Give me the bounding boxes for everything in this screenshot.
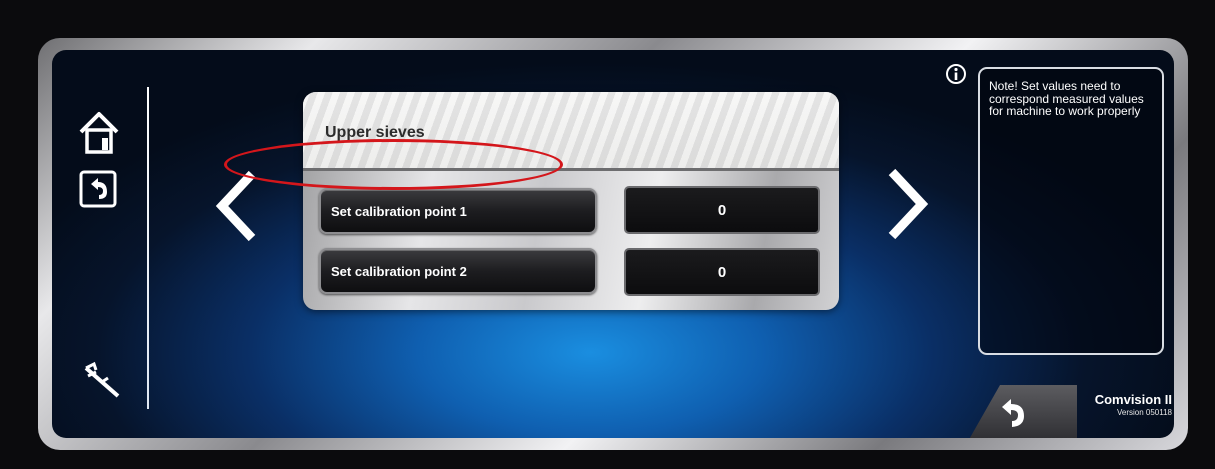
set-calibration-point-2-button[interactable]: Set calibration point 2 [319,248,597,294]
chevron-right-icon[interactable] [880,166,932,242]
calibration-panel: Upper sieves Set calibration point 1 0 S… [303,92,839,310]
rail-divider [147,87,149,409]
calibration-point-1-value[interactable]: 0 [624,186,820,234]
back-arrow-icon [1002,399,1024,427]
info-note-box: Note! Set values need to correspond meas… [978,67,1164,355]
caliper-icon[interactable] [82,360,122,400]
chevron-left-icon[interactable] [212,168,264,244]
panel-header: Upper sieves [303,92,839,171]
brand-name: Comvision II [1094,392,1172,407]
brand-version: Version 050118 [1116,408,1172,417]
calibration-point-2-value[interactable]: 0 [624,248,820,296]
back-tab[interactable] [967,385,1077,438]
back-square-icon[interactable] [79,170,117,208]
set-calibration-point-1-button[interactable]: Set calibration point 1 [319,188,597,234]
info-note-text: Note! Set values need to correspond meas… [989,79,1144,118]
touch-screen: Upper sieves Set calibration point 1 0 S… [52,50,1174,438]
panel-title: Upper sieves [325,124,425,141]
info-icon[interactable] [945,63,967,85]
home-icon[interactable] [77,108,121,156]
